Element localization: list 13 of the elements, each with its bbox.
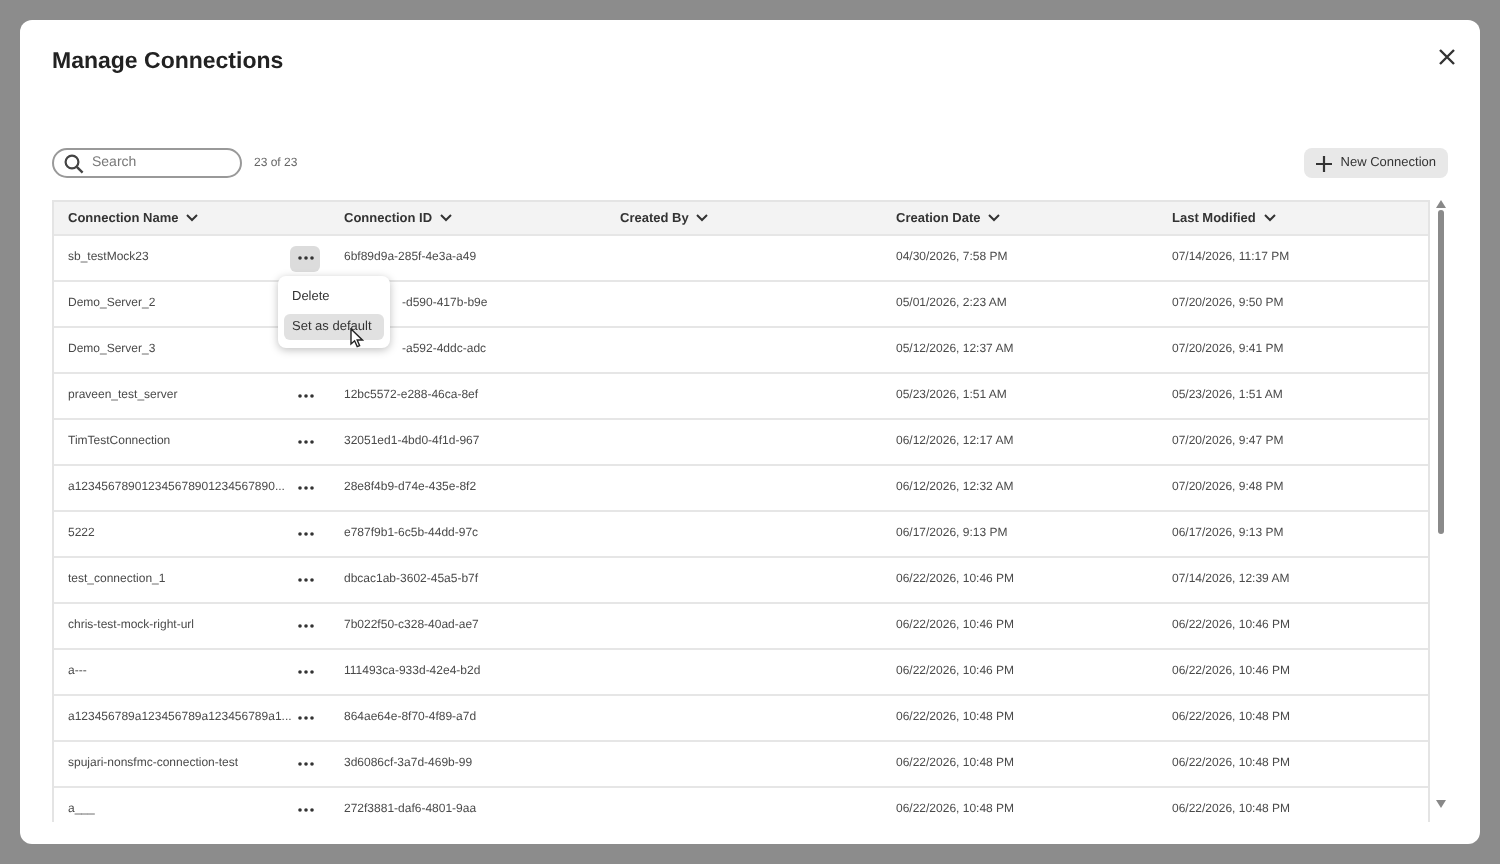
scrollbar[interactable] xyxy=(1432,200,1448,808)
search-icon xyxy=(64,153,84,173)
dialog-title: Manage Connections xyxy=(52,50,284,74)
scroll-up-icon[interactable] xyxy=(1435,200,1446,208)
chevron-icon xyxy=(696,214,709,222)
chevron-icon xyxy=(186,214,199,222)
chevron-icon xyxy=(440,214,453,222)
plus-icon xyxy=(1316,155,1333,171)
chevron-icon xyxy=(988,214,1001,222)
scroll-down-icon[interactable] xyxy=(1435,800,1446,808)
chevron-icon xyxy=(1263,214,1276,222)
more-button[interactable] xyxy=(290,245,320,271)
close-icon[interactable] xyxy=(1434,44,1460,70)
